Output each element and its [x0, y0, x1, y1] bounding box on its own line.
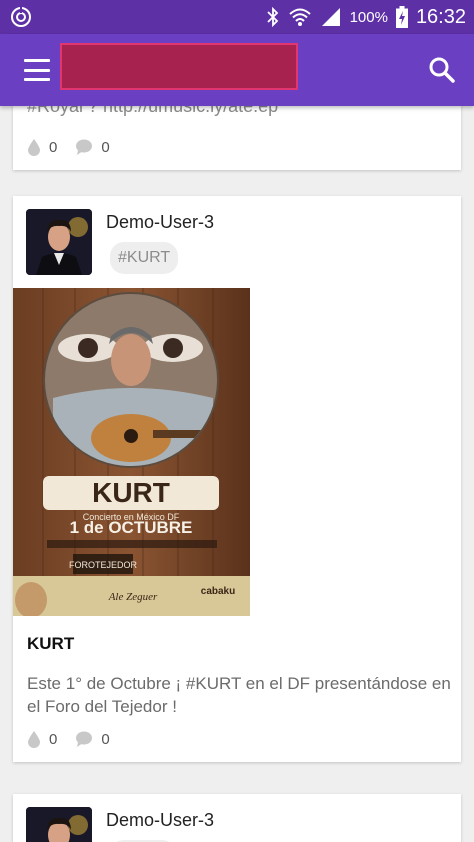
comment-bubble-icon[interactable] — [75, 139, 93, 155]
poster-sponsor: cabaku — [201, 586, 235, 597]
comment-count: 0 — [101, 138, 110, 156]
post-image[interactable]: KURT Concierto en México DF 1 de OCTUBRE… — [13, 288, 250, 616]
like-count: 0 — [49, 138, 58, 156]
post-card[interactable]: Demo-User-3 — [13, 794, 461, 842]
post-stats: 0 0 — [27, 138, 128, 156]
hamburger-menu-icon[interactable] — [22, 56, 52, 84]
username[interactable]: Demo-User-3 — [106, 810, 214, 831]
signal-icon — [321, 8, 340, 26]
username[interactable]: Demo-User-3 — [106, 212, 214, 233]
avatar[interactable] — [26, 209, 92, 275]
wifi-icon — [288, 8, 311, 26]
clock: 16:32 — [415, 5, 466, 28]
like-count: 0 — [49, 730, 58, 748]
comment-bubble-icon[interactable] — [75, 731, 93, 747]
post-card[interactable]: #Royal ? http://umusic.ly/ate.ep 0 0 — [13, 106, 461, 170]
poster-opening: Ale Zeguer — [108, 591, 158, 603]
app-notification-icon — [11, 7, 31, 27]
battery-percent: 100% — [349, 8, 388, 26]
battery-charging-icon — [395, 6, 408, 28]
poster-venue: FOROTEJEDOR — [69, 560, 138, 570]
feed[interactable]: #Royal ? http://umusic.ly/ate.ep 0 0 Dem… — [0, 106, 474, 842]
post-snippet: #Royal ? http://umusic.ly/ate.ep — [27, 106, 279, 116]
status-bar: 100% 16:32 — [0, 0, 474, 34]
app-bar — [0, 34, 474, 106]
poster-name: KURT — [92, 477, 170, 508]
like-drop-icon[interactable] — [27, 138, 41, 156]
bluetooth-icon — [266, 7, 278, 27]
comment-count: 0 — [101, 730, 110, 748]
post-title: KURT — [27, 634, 75, 653]
avatar[interactable] — [26, 807, 92, 842]
post-card[interactable]: Demo-User-3 #KURT KURT Concierto en Méxi… — [13, 196, 461, 762]
post-body: Este 1° de Octubre ¡ #KURT en el DF pres… — [27, 674, 451, 716]
hashtag-chip[interactable]: #KURT — [110, 242, 179, 274]
search-icon[interactable] — [426, 54, 458, 86]
post-stats: 0 0 — [27, 730, 128, 748]
like-drop-icon[interactable] — [27, 730, 41, 748]
poster-date: 1 de OCTUBRE — [70, 518, 193, 537]
redacted-title — [60, 43, 298, 90]
